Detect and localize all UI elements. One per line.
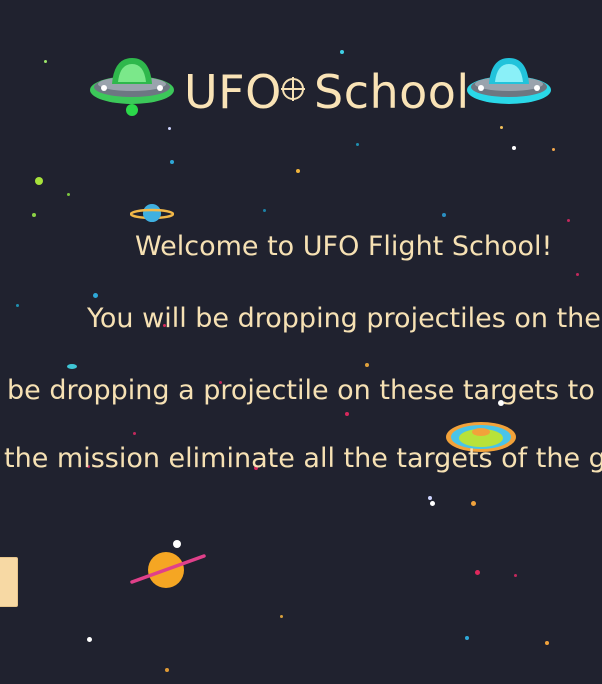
title-school: School <box>314 65 470 119</box>
intro-line-1: You will be dropping projectiles on the <box>87 303 601 334</box>
star <box>512 146 516 150</box>
star <box>567 219 570 222</box>
star <box>93 293 98 298</box>
star <box>67 364 77 369</box>
star <box>471 501 476 506</box>
start-button[interactable] <box>0 557 18 607</box>
star <box>428 496 432 500</box>
star <box>545 641 549 645</box>
star <box>475 570 480 575</box>
star <box>576 273 579 276</box>
orange-ringed-planet <box>130 552 206 588</box>
star <box>552 148 555 151</box>
star <box>430 501 435 506</box>
star <box>165 668 169 672</box>
star <box>514 574 517 577</box>
crosshair-icon <box>281 77 305 101</box>
star <box>465 636 469 640</box>
star <box>87 637 92 642</box>
star <box>442 213 446 217</box>
star <box>16 304 19 307</box>
game-screen: UFO School Welcome to UFO Flight School!… <box>0 0 602 684</box>
star <box>44 60 47 63</box>
star <box>296 169 300 173</box>
star <box>133 432 136 435</box>
star <box>345 412 349 416</box>
star <box>32 213 36 217</box>
intro-line-2: be dropping a projectile on these target… <box>7 375 602 406</box>
intro-line-3: the mission eliminate all the targets of… <box>4 443 602 474</box>
star <box>280 615 283 618</box>
title-ufo: UFO <box>184 65 282 119</box>
star <box>170 160 174 164</box>
cyan-ufo-icon <box>467 58 551 104</box>
star <box>263 209 266 212</box>
title-row: UFO School <box>88 52 558 132</box>
small-blue-ringed-planet <box>130 204 174 222</box>
star <box>356 143 359 146</box>
star <box>365 363 369 367</box>
star <box>67 193 70 196</box>
welcome-text: Welcome to UFO Flight School! <box>135 231 553 262</box>
green-ufo-icon <box>90 58 174 116</box>
star <box>173 540 181 548</box>
star <box>35 177 43 185</box>
